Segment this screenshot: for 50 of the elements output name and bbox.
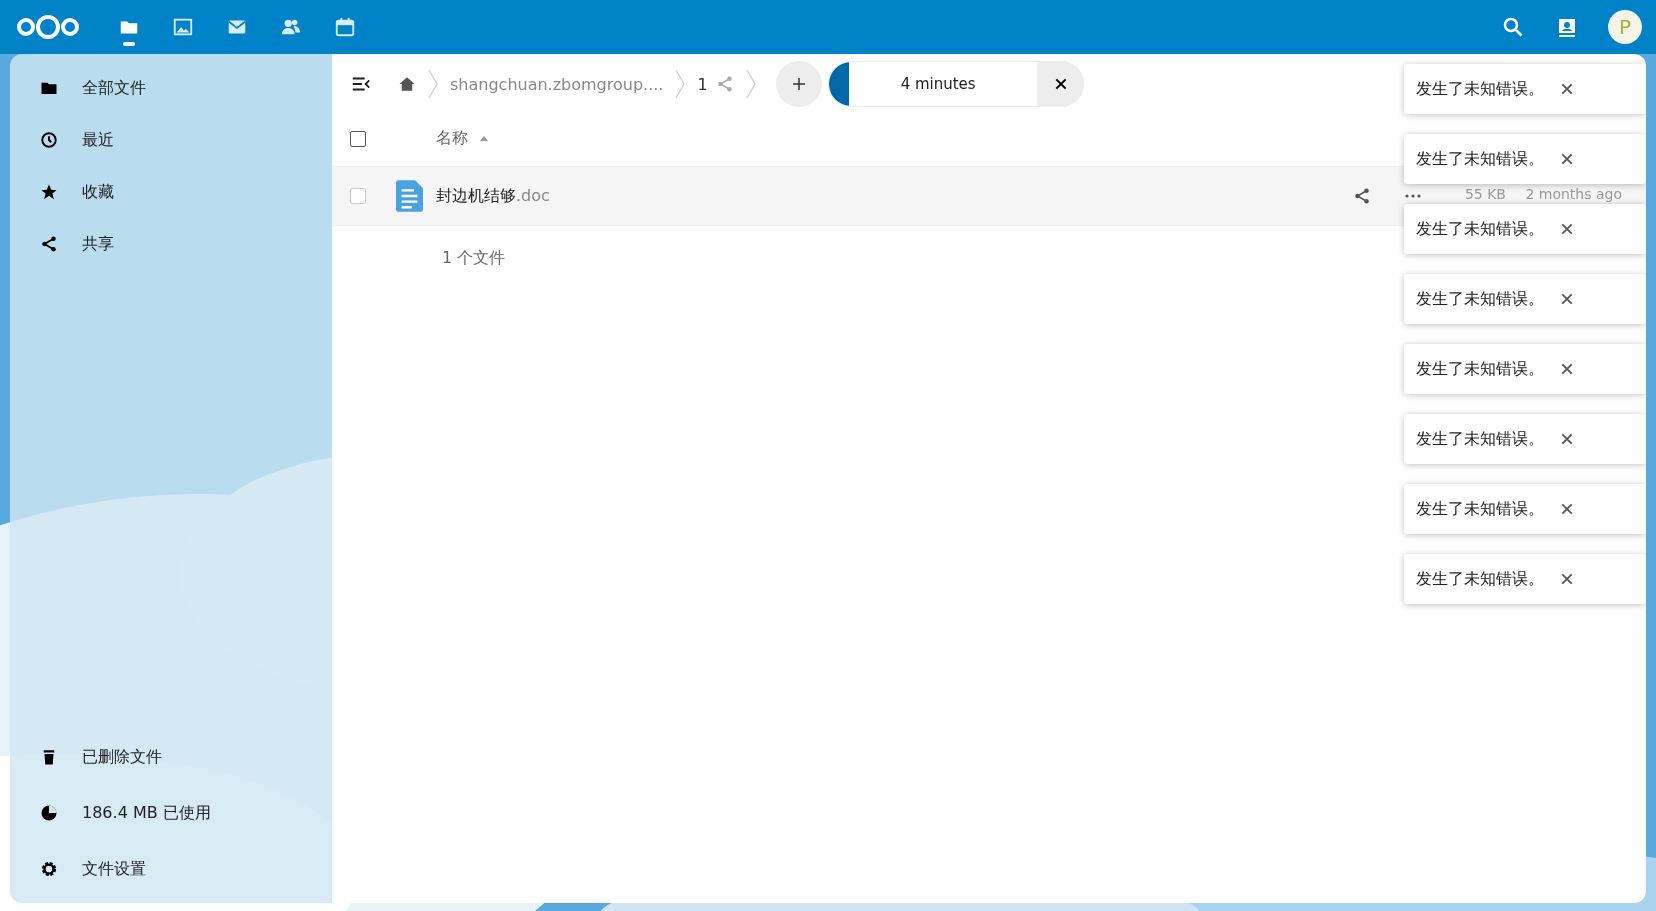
name-column-header[interactable]: 名称 <box>436 128 468 149</box>
close-icon <box>1560 572 1574 586</box>
new-button[interactable] <box>775 61 822 107</box>
upload-time-remaining: 4 minutes <box>900 75 976 93</box>
sidebar-item[interactable]: 共享 <box>18 218 324 270</box>
share-icon <box>40 235 58 253</box>
sidebar-item[interactable]: 已删除文件 <box>18 729 324 785</box>
image-icon <box>172 16 194 38</box>
search-icon[interactable] <box>1501 15 1525 39</box>
file-count: 1 个文件 <box>442 248 506 269</box>
toast-message: 发生了未知错误。 <box>1416 568 1545 590</box>
file-name[interactable]: 封边机结够.doc <box>436 185 550 207</box>
sort-ascending-icon[interactable] <box>480 136 488 141</box>
modified-date: 2 months ago <box>1525 186 1622 203</box>
toast-message: 发生了未知错误。 <box>1416 148 1545 170</box>
close-icon <box>1560 362 1574 376</box>
calendar-icon <box>334 16 356 38</box>
close-icon <box>1560 292 1574 306</box>
close-icon <box>1560 82 1574 96</box>
toast-message: 发生了未知错误。 <box>1416 288 1545 310</box>
file-size: 55 KB <box>1463 186 1507 203</box>
document-icon <box>396 180 423 212</box>
sidebar-item[interactable]: 文件设置 <box>18 841 324 897</box>
sidebar-item[interactable]: 收藏 <box>18 166 324 218</box>
sidebar-item[interactable]: 最近 <box>18 114 324 166</box>
toast-message: 发生了未知错误。 <box>1416 358 1545 380</box>
close-icon <box>1560 152 1574 166</box>
breadcrumb-link[interactable]: shangchuan.zbomgroup.... <box>450 74 664 94</box>
chevron-icon <box>675 69 686 99</box>
close-icon <box>1560 432 1574 446</box>
more-options-icon[interactable] <box>1405 194 1422 198</box>
star-icon <box>40 183 58 201</box>
settings-icon <box>40 860 58 878</box>
chevron-icon <box>745 69 756 99</box>
logo-icon[interactable] <box>16 13 80 41</box>
toast-message: 发生了未知错误。 <box>1416 428 1545 450</box>
close-icon <box>1560 502 1574 516</box>
pie-chart-icon <box>40 804 58 822</box>
share-icon[interactable] <box>1353 187 1372 205</box>
close-icon <box>1560 222 1574 236</box>
sidebar-item[interactable]: 全部文件 <box>18 62 324 114</box>
clock-icon <box>40 131 58 149</box>
sidebar-item[interactable]: 186.4 MB 已使用 <box>18 785 324 841</box>
toast-message: 发生了未知错误。 <box>1416 498 1545 520</box>
chevron-icon <box>428 69 438 99</box>
select-all-checkbox[interactable] <box>350 130 366 147</box>
breadcrumb-link[interactable]: 1 <box>697 74 708 94</box>
row-checkbox[interactable] <box>350 188 366 204</box>
home-icon[interactable] <box>398 75 416 93</box>
toast-message: 发生了未知错误。 <box>1416 78 1545 100</box>
